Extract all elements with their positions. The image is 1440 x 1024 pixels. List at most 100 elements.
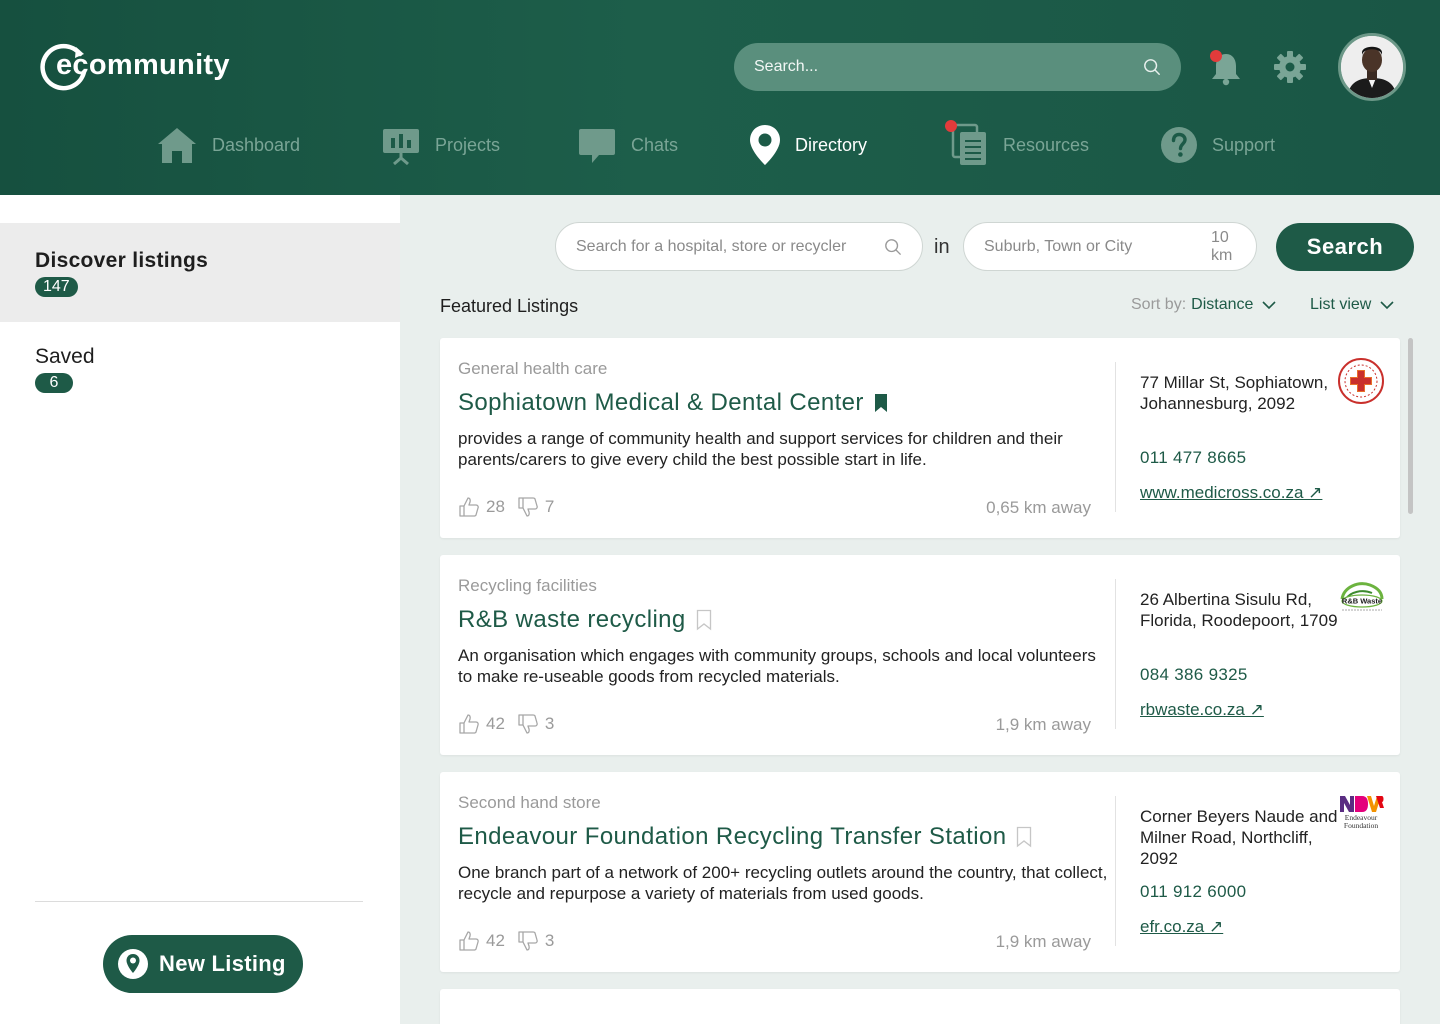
- listing-phone[interactable]: 011 912 6000: [1140, 882, 1246, 902]
- nav-label: Projects: [435, 134, 501, 155]
- nav-item-resources[interactable]: Resources: [945, 120, 1090, 170]
- sort-dropdown[interactable]: Sort by: Distance: [1131, 296, 1277, 314]
- like-count: 42: [486, 714, 505, 733]
- count-badge: 6: [35, 373, 73, 393]
- search-icon[interactable]: [884, 238, 902, 256]
- global-search-input[interactable]: [754, 58, 1143, 76]
- listing-search-input[interactable]: [576, 237, 884, 256]
- listing-address: 77 Millar St, Sophiatown, Johannesburg, …: [1140, 373, 1329, 413]
- card-divider: [1115, 362, 1116, 512]
- card-divider: [1115, 579, 1116, 729]
- new-listing-button[interactable]: New Listing: [103, 935, 303, 993]
- bookmark-button[interactable]: [696, 609, 712, 631]
- location-input[interactable]: [984, 237, 1191, 256]
- nav-item-chats[interactable]: Chats: [577, 120, 678, 170]
- listing-card[interactable]: General health care Sophiatown Medical &…: [440, 338, 1400, 538]
- thumbs-down-icon[interactable]: [517, 713, 539, 735]
- listing-phone[interactable]: 011 477 8665: [1140, 448, 1246, 468]
- nav-item-dashboard[interactable]: Dashboard: [156, 120, 300, 170]
- search-icon[interactable]: [1143, 58, 1161, 76]
- endeavour-foundation-logo: Endeavour Foundation: [1340, 796, 1384, 830]
- sidebar-item-saved[interactable]: Saved 6: [0, 335, 400, 405]
- nav-label: Support: [1212, 134, 1276, 155]
- radius-select[interactable]: 10 km: [1211, 229, 1232, 265]
- bookmark-outline-icon: [696, 609, 711, 631]
- nav-label: Chats: [631, 134, 679, 155]
- thumbs-up-icon[interactable]: [458, 496, 480, 518]
- user-avatar[interactable]: [1338, 33, 1406, 101]
- listing-description: One branch part of a network of 200+ rec…: [458, 863, 1108, 903]
- sidebar-item-label: Saved: [35, 345, 95, 368]
- like-count: 42: [486, 931, 505, 950]
- listing-title[interactable]: R&B waste recycling: [458, 606, 712, 634]
- listing-website-link[interactable]: www.medicross.co.za ↗: [1140, 483, 1322, 503]
- view-label: List view: [1310, 296, 1372, 313]
- sort-value: Distance: [1191, 296, 1254, 313]
- listing-search-field[interactable]: [555, 222, 923, 271]
- bookmark-button[interactable]: [1016, 826, 1032, 848]
- nav-item-projects[interactable]: Projects: [381, 120, 500, 170]
- main-navigation: Dashboard Projects Chats Directory Resou…: [0, 120, 1440, 170]
- listing-address: Corner Beyers Naude and Milner Road, Nor…: [1140, 807, 1338, 868]
- like-count: 28: [486, 497, 505, 516]
- help-icon: [1161, 127, 1197, 163]
- listing-distance: 1,9 km away: [995, 932, 1091, 951]
- dislike-count: 3: [544, 931, 555, 950]
- brand-logo[interactable]: ecommunity: [40, 42, 230, 92]
- thumbs-up-icon[interactable]: [458, 930, 480, 952]
- listing-name[interactable]: R&B waste recycling: [458, 606, 686, 634]
- listing-website-link[interactable]: efr.co.za ↗: [1140, 917, 1223, 937]
- home-icon: [158, 128, 196, 163]
- bookmark-outline-icon: [1017, 826, 1032, 848]
- listing-category: General health care: [458, 359, 608, 378]
- dislike-count: 3: [544, 714, 555, 733]
- user-photo-icon: [1341, 36, 1403, 98]
- listing-phone[interactable]: 084 386 9325: [1140, 665, 1248, 685]
- settings-button[interactable]: [1268, 45, 1312, 89]
- view-dropdown[interactable]: List view: [1310, 296, 1395, 314]
- listing-title[interactable]: Endeavour Foundation Recycling Transfer …: [458, 823, 1032, 851]
- listing-category: Recycling facilities: [458, 576, 597, 595]
- sidebar: Discover listings 147 Saved 6 New Listin…: [0, 195, 400, 1024]
- listing-card[interactable]: [440, 989, 1400, 1024]
- listing-votes: 42 3: [458, 930, 566, 952]
- nav-label: Directory: [795, 134, 868, 155]
- thumbs-down-icon[interactable]: [517, 930, 539, 952]
- search-button[interactable]: Search: [1276, 223, 1414, 271]
- listing-description: An organisation which engages with commu…: [458, 646, 1096, 686]
- listing-distance: 0,65 km away: [986, 498, 1091, 517]
- notification-dot: [1210, 50, 1222, 62]
- svg-text:EndeavourFoundation: Endeavour Foundation: [1344, 813, 1378, 830]
- listing-name[interactable]: Endeavour Foundation Recycling Transfer …: [458, 823, 1006, 851]
- nav-item-directory[interactable]: Directory: [749, 120, 867, 170]
- scrollbar-thumb[interactable]: [1408, 338, 1413, 514]
- thumbs-up-icon[interactable]: [458, 713, 480, 735]
- location-field[interactable]: 10 km: [963, 222, 1257, 271]
- sidebar-divider: [35, 901, 363, 902]
- listing-card[interactable]: Recycling facilities R&B waste recycling…: [440, 555, 1400, 755]
- listing-title[interactable]: Sophiatown Medical & Dental Center: [458, 389, 888, 417]
- listing-votes: 28 7: [458, 496, 566, 518]
- gear-icon: [1274, 51, 1306, 83]
- nav-item-support[interactable]: Support: [1160, 120, 1275, 170]
- count-badge: 147: [35, 277, 78, 297]
- thumbs-down-icon[interactable]: [517, 496, 539, 518]
- listing-name[interactable]: Sophiatown Medical & Dental Center: [458, 389, 864, 417]
- location-pin-icon: [750, 125, 780, 165]
- dislike-count: 7: [544, 497, 555, 516]
- app-header: ecommunity Search... Dashboard Projects …: [0, 0, 1440, 195]
- chat-icon: [579, 129, 615, 163]
- listing-address: 26 Albertina Sisulu Rd, Florida, Roodepo…: [1140, 590, 1338, 630]
- listing-website-link[interactable]: rbwaste.co.za ↗: [1140, 700, 1264, 720]
- listing-distance: 1,9 km away: [995, 715, 1091, 734]
- listing-card[interactable]: Second hand store Endeavour Foundation R…: [440, 772, 1400, 972]
- chevron-down-icon: [1262, 301, 1276, 310]
- bookmark-button[interactable]: [874, 393, 888, 413]
- sort-label: Sort by:: [1131, 296, 1187, 313]
- location-pin-icon: [118, 949, 148, 979]
- notifications-button[interactable]: [1204, 46, 1248, 90]
- global-search-bar[interactable]: [734, 43, 1181, 91]
- rb-waste-logo: R&B Waste: [1340, 582, 1384, 611]
- sidebar-item-discover-listings[interactable]: Discover listings 147: [0, 223, 400, 322]
- nav-label: Resources: [1003, 134, 1090, 155]
